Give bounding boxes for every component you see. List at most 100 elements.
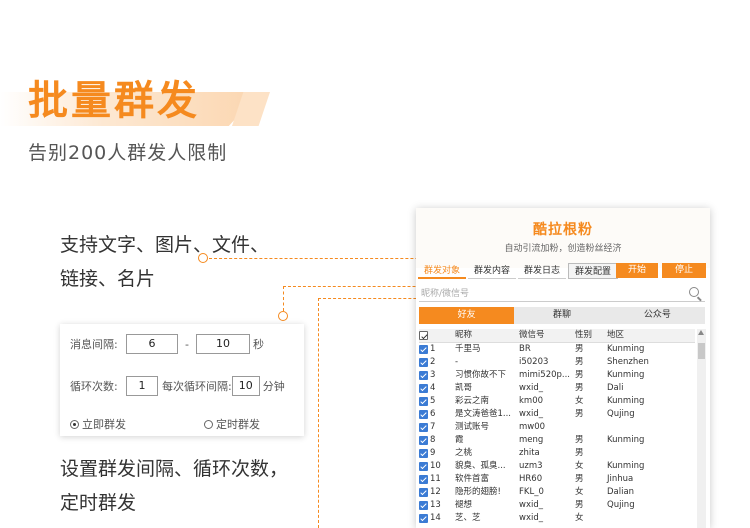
- loop-count-input[interactable]: 1: [126, 376, 158, 396]
- row-region: Kunming: [607, 461, 645, 471]
- radio-selected-icon[interactable]: [70, 420, 79, 429]
- table-row[interactable]: 10 貌臭、孤臭... uzm3 女 Kunming: [419, 460, 695, 473]
- row-region: Qujing: [607, 409, 635, 419]
- row-checkbox[interactable]: [419, 384, 428, 393]
- column-header-gender[interactable]: 性别: [575, 329, 607, 342]
- search-placeholder: 昵称/微信号: [421, 289, 470, 299]
- row-gender: 女: [575, 461, 584, 471]
- table-row[interactable]: 12 隐形的翅膀! FKL_0 女 Dalian: [419, 486, 695, 499]
- table-row[interactable]: 11 软件首富 HR60 男 Jinhua: [419, 473, 695, 486]
- table-row[interactable]: 1 千里马 BR 男 Kunming: [419, 343, 695, 356]
- row-region: Qujing: [607, 500, 635, 510]
- tab-official-accounts[interactable]: 公众号: [610, 307, 705, 324]
- table-row[interactable]: 13 褪想 wxid_ 男 Qujing: [419, 499, 695, 512]
- row-index: 4: [430, 383, 436, 393]
- table-row[interactable]: 2 - i50203 男 Shenzhen: [419, 356, 695, 369]
- row-nickname: 貌臭、孤臭...: [455, 461, 506, 471]
- tab-send-content[interactable]: 群发内容: [468, 263, 517, 279]
- column-header-nickname[interactable]: 昵称: [455, 329, 519, 342]
- table-scrollbar[interactable]: [697, 329, 706, 528]
- row-checkbox-cell: [419, 356, 428, 369]
- row-wechat-id: meng: [519, 435, 544, 445]
- stop-button[interactable]: 停止: [662, 263, 706, 278]
- row-index: 9: [430, 448, 436, 458]
- table-row[interactable]: 3 习惯你故不下 mimi520p... 男 Kunming: [419, 369, 695, 382]
- row-checkbox-cell: [419, 395, 428, 408]
- tab-send-config[interactable]: 群发配置: [568, 263, 619, 279]
- table-row[interactable]: 4 凯哥 wxid_ 男 Dali: [419, 382, 695, 395]
- row-checkbox[interactable]: [419, 501, 428, 510]
- interval-label: 消息间隔:: [70, 338, 118, 351]
- row-index: 8: [430, 435, 436, 445]
- row-index: 13: [430, 500, 441, 510]
- row-checkbox[interactable]: [419, 514, 428, 523]
- scheduled-send-option[interactable]: 定时群发: [204, 416, 260, 432]
- row-checkbox-cell: [419, 460, 428, 473]
- immediate-send-option[interactable]: 立即群发: [70, 416, 204, 432]
- app-slogan: 自动引流加粉，创造粉丝经济: [504, 244, 622, 254]
- row-wechat-id: km00: [519, 396, 544, 406]
- row-checkbox[interactable]: [419, 436, 428, 445]
- row-wechat-id: wxid_: [519, 513, 543, 523]
- row-region: Dali: [607, 383, 624, 393]
- row-checkbox-cell: [419, 512, 428, 525]
- connector-line: [283, 286, 284, 311]
- row-checkbox[interactable]: [419, 475, 428, 484]
- column-header-region[interactable]: 地区: [607, 329, 687, 342]
- row-region: Dalian: [607, 487, 635, 497]
- row-checkbox-cell: [419, 369, 428, 382]
- scrollbar-thumb[interactable]: [698, 343, 705, 359]
- table-row[interactable]: 5 彩云之南 km00 女 Kunming: [419, 395, 695, 408]
- row-wechat-id: wxid_: [519, 500, 543, 510]
- row-nickname: 隐形的翅膀!: [455, 487, 501, 497]
- tab-send-targets[interactable]: 群发对象: [418, 263, 467, 279]
- row-wechat-id: HR60: [519, 474, 543, 484]
- row-index: 12: [430, 487, 441, 497]
- row-checkbox[interactable]: [419, 423, 428, 432]
- table-row[interactable]: 14 芝、芝 wxid_ 女: [419, 512, 695, 525]
- row-gender: 男: [575, 357, 584, 367]
- row-checkbox[interactable]: [419, 410, 428, 419]
- send-mode-row: 立即群发 定时群发: [70, 416, 260, 432]
- row-wechat-id: zhita: [519, 448, 540, 458]
- loop-interval-unit: 分钟: [262, 380, 285, 393]
- tab-friends[interactable]: 好友: [419, 307, 515, 324]
- row-wechat-id: mimi520p...: [519, 370, 571, 380]
- row-wechat-id: BR: [519, 344, 531, 354]
- tab-send-log[interactable]: 群发日志: [518, 263, 567, 279]
- row-gender: 男: [575, 370, 584, 380]
- search-icon[interactable]: [689, 287, 699, 297]
- search-input[interactable]: 昵称/微信号: [419, 286, 705, 302]
- scroll-up-icon[interactable]: [698, 330, 704, 335]
- interval-row: 消息间隔: 6 - 10 秒: [70, 334, 264, 354]
- table-row[interactable]: 9 之桃 zhita 男: [419, 447, 695, 460]
- interval-max-input[interactable]: 10: [195, 334, 250, 354]
- select-all-checkbox[interactable]: [419, 331, 428, 340]
- radio-unselected-icon[interactable]: [204, 420, 213, 429]
- row-region: [607, 421, 687, 434]
- row-checkbox[interactable]: [419, 358, 428, 367]
- interval-min-input[interactable]: 6: [126, 334, 178, 354]
- row-nickname: 芝、芝: [455, 513, 481, 523]
- row-checkbox[interactable]: [419, 449, 428, 458]
- row-nickname: 之桃: [455, 448, 473, 458]
- row-checkbox[interactable]: [419, 371, 428, 380]
- table-row[interactable]: 7 测试账号 mw00: [419, 421, 695, 434]
- table-row[interactable]: 8 霞 meng 男 Kunming: [419, 434, 695, 447]
- row-checkbox[interactable]: [419, 462, 428, 471]
- row-gender: [575, 421, 607, 434]
- row-checkbox[interactable]: [419, 345, 428, 354]
- row-index: 1: [430, 344, 436, 354]
- row-checkbox[interactable]: [419, 397, 428, 406]
- loop-row: 循环次数: 1 每次循环间隔: 10 分钟: [70, 376, 285, 396]
- loop-interval-input[interactable]: 10: [231, 376, 260, 396]
- row-gender: 男: [575, 409, 584, 419]
- tab-groups[interactable]: 群聊: [514, 307, 609, 324]
- column-header-wechat-id[interactable]: 微信号: [519, 329, 575, 342]
- table-header: 昵称 微信号 性别 地区: [419, 329, 695, 343]
- row-region: Kunming: [607, 435, 645, 445]
- row-checkbox[interactable]: [419, 488, 428, 497]
- start-button[interactable]: 开始: [616, 263, 658, 278]
- row-region: [607, 512, 687, 525]
- table-row[interactable]: 6 是文涛爸爸1... wxid_ 男 Qujing: [419, 408, 695, 421]
